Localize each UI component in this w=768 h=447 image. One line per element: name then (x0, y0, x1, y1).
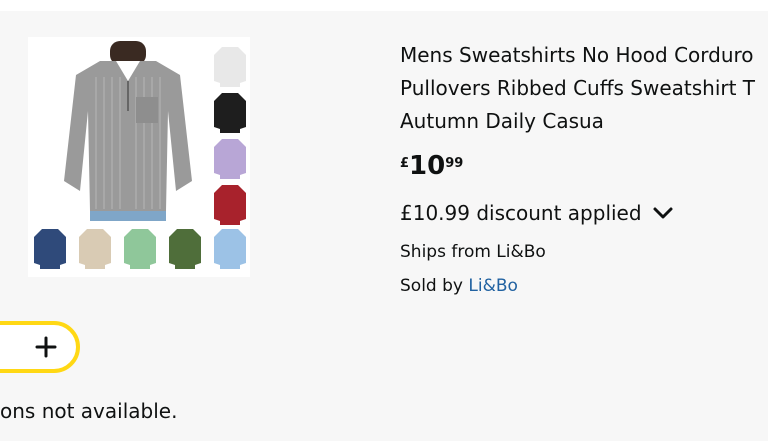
product-title-line: Pullovers Ribbed Cuffs Sweatshirt T (400, 76, 756, 100)
variant-thumb[interactable] (122, 227, 158, 271)
product-title-line: Autumn Daily Casua (400, 109, 604, 133)
discount-text: £10.99 discount applied (400, 201, 642, 225)
product-price: £ 10 99 (400, 151, 463, 181)
product-image-panel[interactable] (28, 37, 250, 277)
sold-by-label: Sold by (400, 276, 469, 296)
discount-toggle[interactable]: £10.99 discount applied (400, 200, 674, 226)
variant-thumb[interactable] (212, 227, 248, 271)
sold-by: Sold by Li&Bo (400, 274, 518, 298)
variant-thumb[interactable] (212, 45, 248, 89)
variant-thumb[interactable] (212, 137, 248, 181)
availability-note: ons not available. (0, 399, 178, 423)
price-currency: £ (400, 156, 410, 171)
seller-link[interactable]: Li&Bo (468, 276, 518, 296)
price-whole: 10 (409, 151, 446, 181)
quantity-stepper[interactable] (0, 321, 80, 373)
product-card: Mens Sweatshirts No Hood Corduro Pullove… (0, 11, 768, 441)
product-title-line: Mens Sweatshirts No Hood Corduro (400, 43, 754, 67)
price-fraction: 99 (445, 156, 464, 171)
variant-thumb[interactable] (167, 227, 203, 271)
variant-thumb[interactable] (77, 227, 113, 271)
variant-thumb[interactable] (212, 91, 248, 135)
chevron-down-icon[interactable] (652, 206, 674, 220)
variant-thumb[interactable] (32, 227, 68, 271)
variant-thumb[interactable] (212, 183, 248, 227)
plus-icon[interactable] (34, 335, 58, 359)
ships-from: Ships from Li&Bo (400, 242, 546, 262)
main-product-image[interactable] (60, 41, 196, 221)
product-title[interactable]: Mens Sweatshirts No Hood Corduro Pullove… (400, 39, 768, 138)
